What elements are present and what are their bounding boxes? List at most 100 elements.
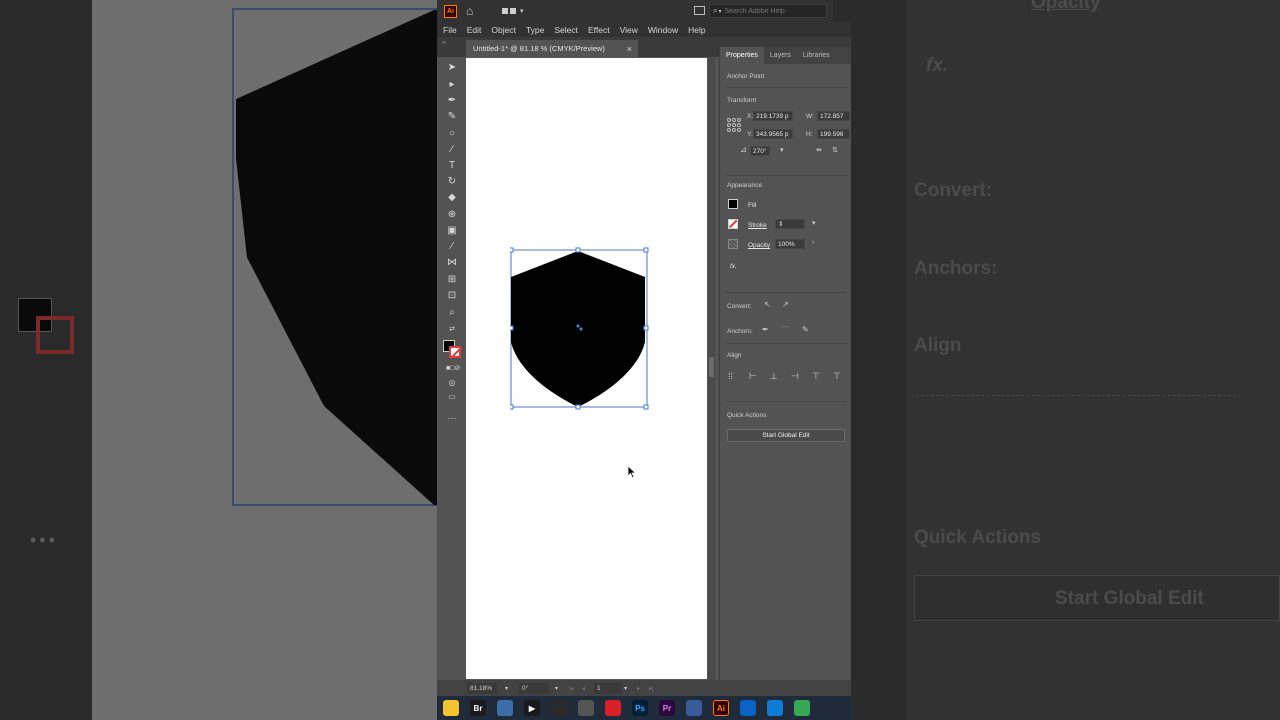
draw-mode-icon[interactable]: ◎ — [446, 377, 458, 389]
bridge-icon[interactable]: Br — [470, 700, 486, 716]
premiere-icon[interactable]: Pr — [659, 700, 675, 716]
cut-path-icon[interactable]: ⌒ — [782, 325, 790, 336]
tab-properties[interactable]: Properties — [720, 47, 764, 64]
help-search[interactable]: ⌕ ▾ — [709, 4, 827, 18]
chevron-down-icon[interactable]: ▾ — [812, 219, 816, 227]
document-tab[interactable]: Untitled-1* @ 81.18 % (CMYK/Preview) × — [466, 40, 638, 57]
gradient-tool-icon[interactable]: ▣ — [446, 225, 458, 237]
chevron-right-icon[interactable]: › — [812, 239, 814, 246]
angle-field[interactable]: 270° — [750, 146, 770, 156]
reference-point-grid[interactable] — [727, 118, 741, 132]
cloud-app-icon[interactable] — [578, 700, 594, 716]
media-player-icon[interactable]: ▶ — [524, 700, 540, 716]
first-artboard-icon[interactable]: |◂ — [569, 685, 574, 692]
workspace-switcher[interactable]: ▾ — [502, 6, 524, 16]
eyedropper-tool-icon[interactable]: ⁄ — [446, 241, 458, 253]
edge-icon[interactable] — [767, 700, 783, 716]
type-tool-icon[interactable]: T — [446, 160, 458, 172]
rotate-tool-icon[interactable]: ↻ — [446, 176, 458, 188]
align-right-icon[interactable]: ⊣ — [791, 371, 803, 381]
convert-corner-icon[interactable]: ↖ — [764, 300, 771, 309]
rotation-field[interactable]: 0° — [519, 682, 549, 694]
screen-mode-icon[interactable]: ▭ — [446, 391, 458, 403]
appearance-fill-swatch[interactable] — [728, 199, 738, 209]
chevron-down-icon[interactable]: ▾ — [780, 146, 784, 154]
artboard-number-field[interactable]: 1 — [594, 682, 622, 694]
tab-libraries[interactable]: Libraries — [797, 47, 836, 64]
align-left-icon[interactable]: ⊢ — [749, 371, 761, 381]
y-field[interactable]: 343.9565 p — [753, 129, 793, 139]
menu-help[interactable]: Help — [688, 25, 705, 35]
panel-toggle-icon[interactable] — [694, 6, 705, 15]
align-center-icon[interactable]: ⊥ — [770, 371, 782, 381]
align-middle-icon[interactable]: ⊤ — [833, 371, 845, 381]
shield-fill[interactable] — [511, 251, 645, 407]
menu-object[interactable]: Object — [491, 25, 516, 35]
shape-builder-tool-icon[interactable]: ⊕ — [446, 209, 458, 221]
obs-icon[interactable] — [551, 700, 567, 716]
align-to-icon[interactable]: ⁞⁞ — [728, 371, 740, 381]
w-field[interactable]: 172.857 — [817, 111, 850, 121]
vertical-scrollbar[interactable] — [708, 57, 715, 680]
stroke-swatch[interactable] — [449, 346, 461, 358]
pen-tool-icon[interactable]: ✒ — [446, 95, 458, 107]
stroke-weight-field[interactable]: ⇕ — [775, 219, 805, 229]
direct-selection-tool-icon[interactable]: ▸ — [446, 79, 458, 91]
appearance-stroke-swatch[interactable] — [728, 219, 738, 229]
curvature-tool-icon[interactable]: ✎ — [446, 111, 458, 123]
menu-effect[interactable]: Effect — [588, 25, 610, 35]
fill-stroke-swatches[interactable] — [443, 340, 463, 360]
help-search-input[interactable] — [724, 7, 815, 15]
opacity-label[interactable]: Opacity — [748, 242, 770, 249]
next-artboard-icon[interactable]: ▸ — [637, 685, 640, 692]
file-explorer-icon[interactable] — [443, 700, 459, 716]
ellipse-tool-icon[interactable]: ○ — [446, 128, 458, 140]
tab-layers[interactable]: Layers — [764, 47, 797, 64]
photoshop-icon[interactable]: Ps — [632, 700, 648, 716]
isolate-anchor-icon[interactable]: ✎ — [802, 325, 809, 334]
mail-icon[interactable] — [740, 700, 756, 716]
canvas[interactable] — [465, 57, 715, 680]
align-top-icon[interactable]: ⊤ — [812, 371, 824, 381]
stroke-label[interactable]: Stroke — [748, 222, 767, 229]
zoom-tool-icon[interactable]: ⌕ — [446, 307, 458, 319]
creative-cloud-icon[interactable] — [605, 700, 621, 716]
h-field[interactable]: 199.596 — [817, 129, 850, 139]
menu-view[interactable]: View — [620, 25, 638, 35]
menu-select[interactable]: Select — [554, 25, 578, 35]
menu-edit[interactable]: Edit — [467, 25, 482, 35]
artboard-tool-icon[interactable]: ⊡ — [446, 290, 458, 302]
flip-horizontal-icon[interactable]: ⇹ — [816, 146, 822, 154]
fx-icon[interactable]: fx. — [730, 263, 737, 270]
chevron-down-icon[interactable]: ▾ — [505, 685, 508, 692]
scrollbar-thumb[interactable] — [709, 357, 714, 377]
menu-type[interactable]: Type — [526, 25, 544, 35]
remove-anchor-icon[interactable]: ✒ — [762, 325, 769, 334]
swap-colors-icon[interactable]: ⇄ — [446, 324, 458, 336]
menu-window[interactable]: Window — [648, 25, 678, 35]
menu-file[interactable]: File — [443, 25, 457, 35]
x-field[interactable]: 219.1739 p — [753, 111, 793, 121]
illustrator-icon[interactable]: Ai — [713, 700, 729, 716]
blend-tool-icon[interactable]: ⋈ — [446, 257, 458, 269]
chevron-down-icon[interactable]: ▾ — [624, 685, 627, 692]
more-tools-icon[interactable]: ··· — [446, 412, 458, 424]
notepad-icon[interactable] — [686, 700, 702, 716]
chevron-down-icon[interactable]: ▾ — [555, 685, 558, 692]
close-icon[interactable]: × — [627, 44, 632, 54]
eraser-tool-icon[interactable]: ◆ — [446, 192, 458, 204]
calculator-icon[interactable] — [497, 700, 513, 716]
home-icon[interactable]: ⌂ — [466, 5, 480, 17]
previous-artboard-icon[interactable]: ◂ — [582, 685, 585, 692]
color-mode-icon[interactable]: ■□⊘ — [446, 363, 460, 375]
selection-tool-icon[interactable]: ➤ — [446, 62, 458, 74]
artboard[interactable] — [466, 58, 707, 679]
symbol-sprayer-tool-icon[interactable]: ⊞ — [446, 274, 458, 286]
paintbrush-tool-icon[interactable]: ⁄ — [446, 144, 458, 156]
last-artboard-icon[interactable]: ▸| — [649, 685, 654, 692]
convert-smooth-icon[interactable]: ↗ — [782, 300, 789, 309]
toolbar-grip-icon[interactable]: ‹‹ — [442, 40, 446, 46]
chrome-icon[interactable] — [794, 700, 810, 716]
start-global-edit-button[interactable]: Start Global Edit — [727, 429, 845, 442]
zoom-field[interactable]: 81.18% — [467, 682, 497, 694]
